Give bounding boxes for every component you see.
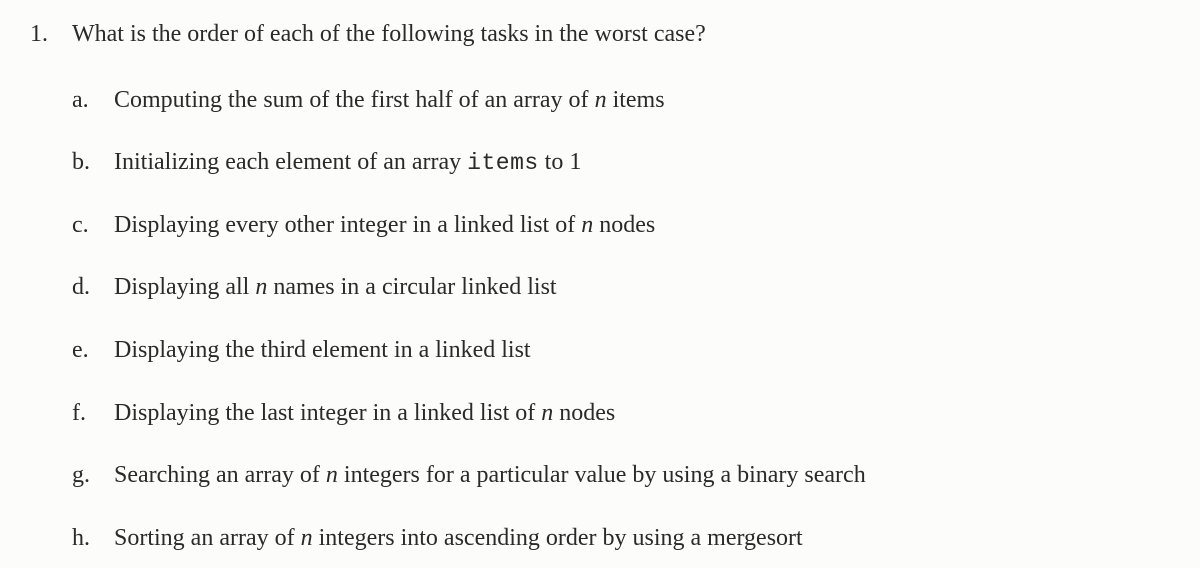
- text-pre: Sorting an array of: [114, 525, 301, 551]
- italic-var: n: [255, 274, 267, 300]
- item-text: Displaying the last integer in a linked …: [114, 397, 1170, 431]
- text-pre: Searching an array of: [114, 462, 326, 488]
- italic-var: n: [326, 462, 338, 488]
- item-text: Displaying the third element in a linked…: [114, 334, 1170, 368]
- text-pre: Initializing each element of an array: [114, 149, 467, 175]
- item-label: a.: [72, 84, 114, 118]
- list-item: h. Sorting an array of n integers into a…: [72, 522, 1170, 556]
- list-item: a. Computing the sum of the first half o…: [72, 84, 1170, 118]
- text-post: integers into ascending order by using a…: [313, 525, 803, 551]
- text-pre: Displaying the third element in a linked…: [114, 337, 531, 363]
- text-post: names in a circular linked list: [267, 274, 556, 300]
- question-number: 1.: [30, 18, 72, 52]
- list-item: b. Initializing each element of an array…: [72, 146, 1170, 180]
- italic-var: n: [595, 87, 607, 113]
- item-label: g.: [72, 459, 114, 493]
- text-post: items: [607, 87, 665, 113]
- text-pre: Displaying every other integer in a link…: [114, 212, 581, 238]
- item-text: Displaying all n names in a circular lin…: [114, 271, 1170, 305]
- question-text: What is the order of each of the followi…: [72, 18, 1170, 52]
- italic-var: n: [301, 525, 313, 551]
- list-item: d. Displaying all n names in a circular …: [72, 271, 1170, 305]
- sub-items-list: a. Computing the sum of the first half o…: [30, 84, 1170, 556]
- list-item: g. Searching an array of n integers for …: [72, 459, 1170, 493]
- item-text: Displaying every other integer in a link…: [114, 209, 1170, 243]
- code-span: items: [467, 150, 539, 176]
- item-text: Sorting an array of n integers into asce…: [114, 522, 1170, 556]
- item-text: Computing the sum of the first half of a…: [114, 84, 1170, 118]
- text-post: nodes: [593, 212, 655, 238]
- item-label: b.: [72, 146, 114, 180]
- text-pre: Displaying the last integer in a linked …: [114, 400, 541, 426]
- italic-var: n: [581, 212, 593, 238]
- item-text: Initializing each element of an array it…: [114, 146, 1170, 180]
- text-post: to 1: [539, 149, 582, 175]
- item-label: d.: [72, 271, 114, 305]
- italic-var: n: [541, 400, 553, 426]
- question-main: 1. What is the order of each of the foll…: [30, 18, 1170, 52]
- list-item: f. Displaying the last integer in a link…: [72, 397, 1170, 431]
- item-label: h.: [72, 522, 114, 556]
- item-label: e.: [72, 334, 114, 368]
- item-text: Searching an array of n integers for a p…: [114, 459, 1170, 493]
- text-post: integers for a particular value by using…: [338, 462, 866, 488]
- text-pre: Displaying all: [114, 274, 255, 300]
- item-label: f.: [72, 397, 114, 431]
- text-post: nodes: [553, 400, 615, 426]
- item-label: c.: [72, 209, 114, 243]
- text-pre: Computing the sum of the first half of a…: [114, 87, 595, 113]
- list-item: e. Displaying the third element in a lin…: [72, 334, 1170, 368]
- list-item: c. Displaying every other integer in a l…: [72, 209, 1170, 243]
